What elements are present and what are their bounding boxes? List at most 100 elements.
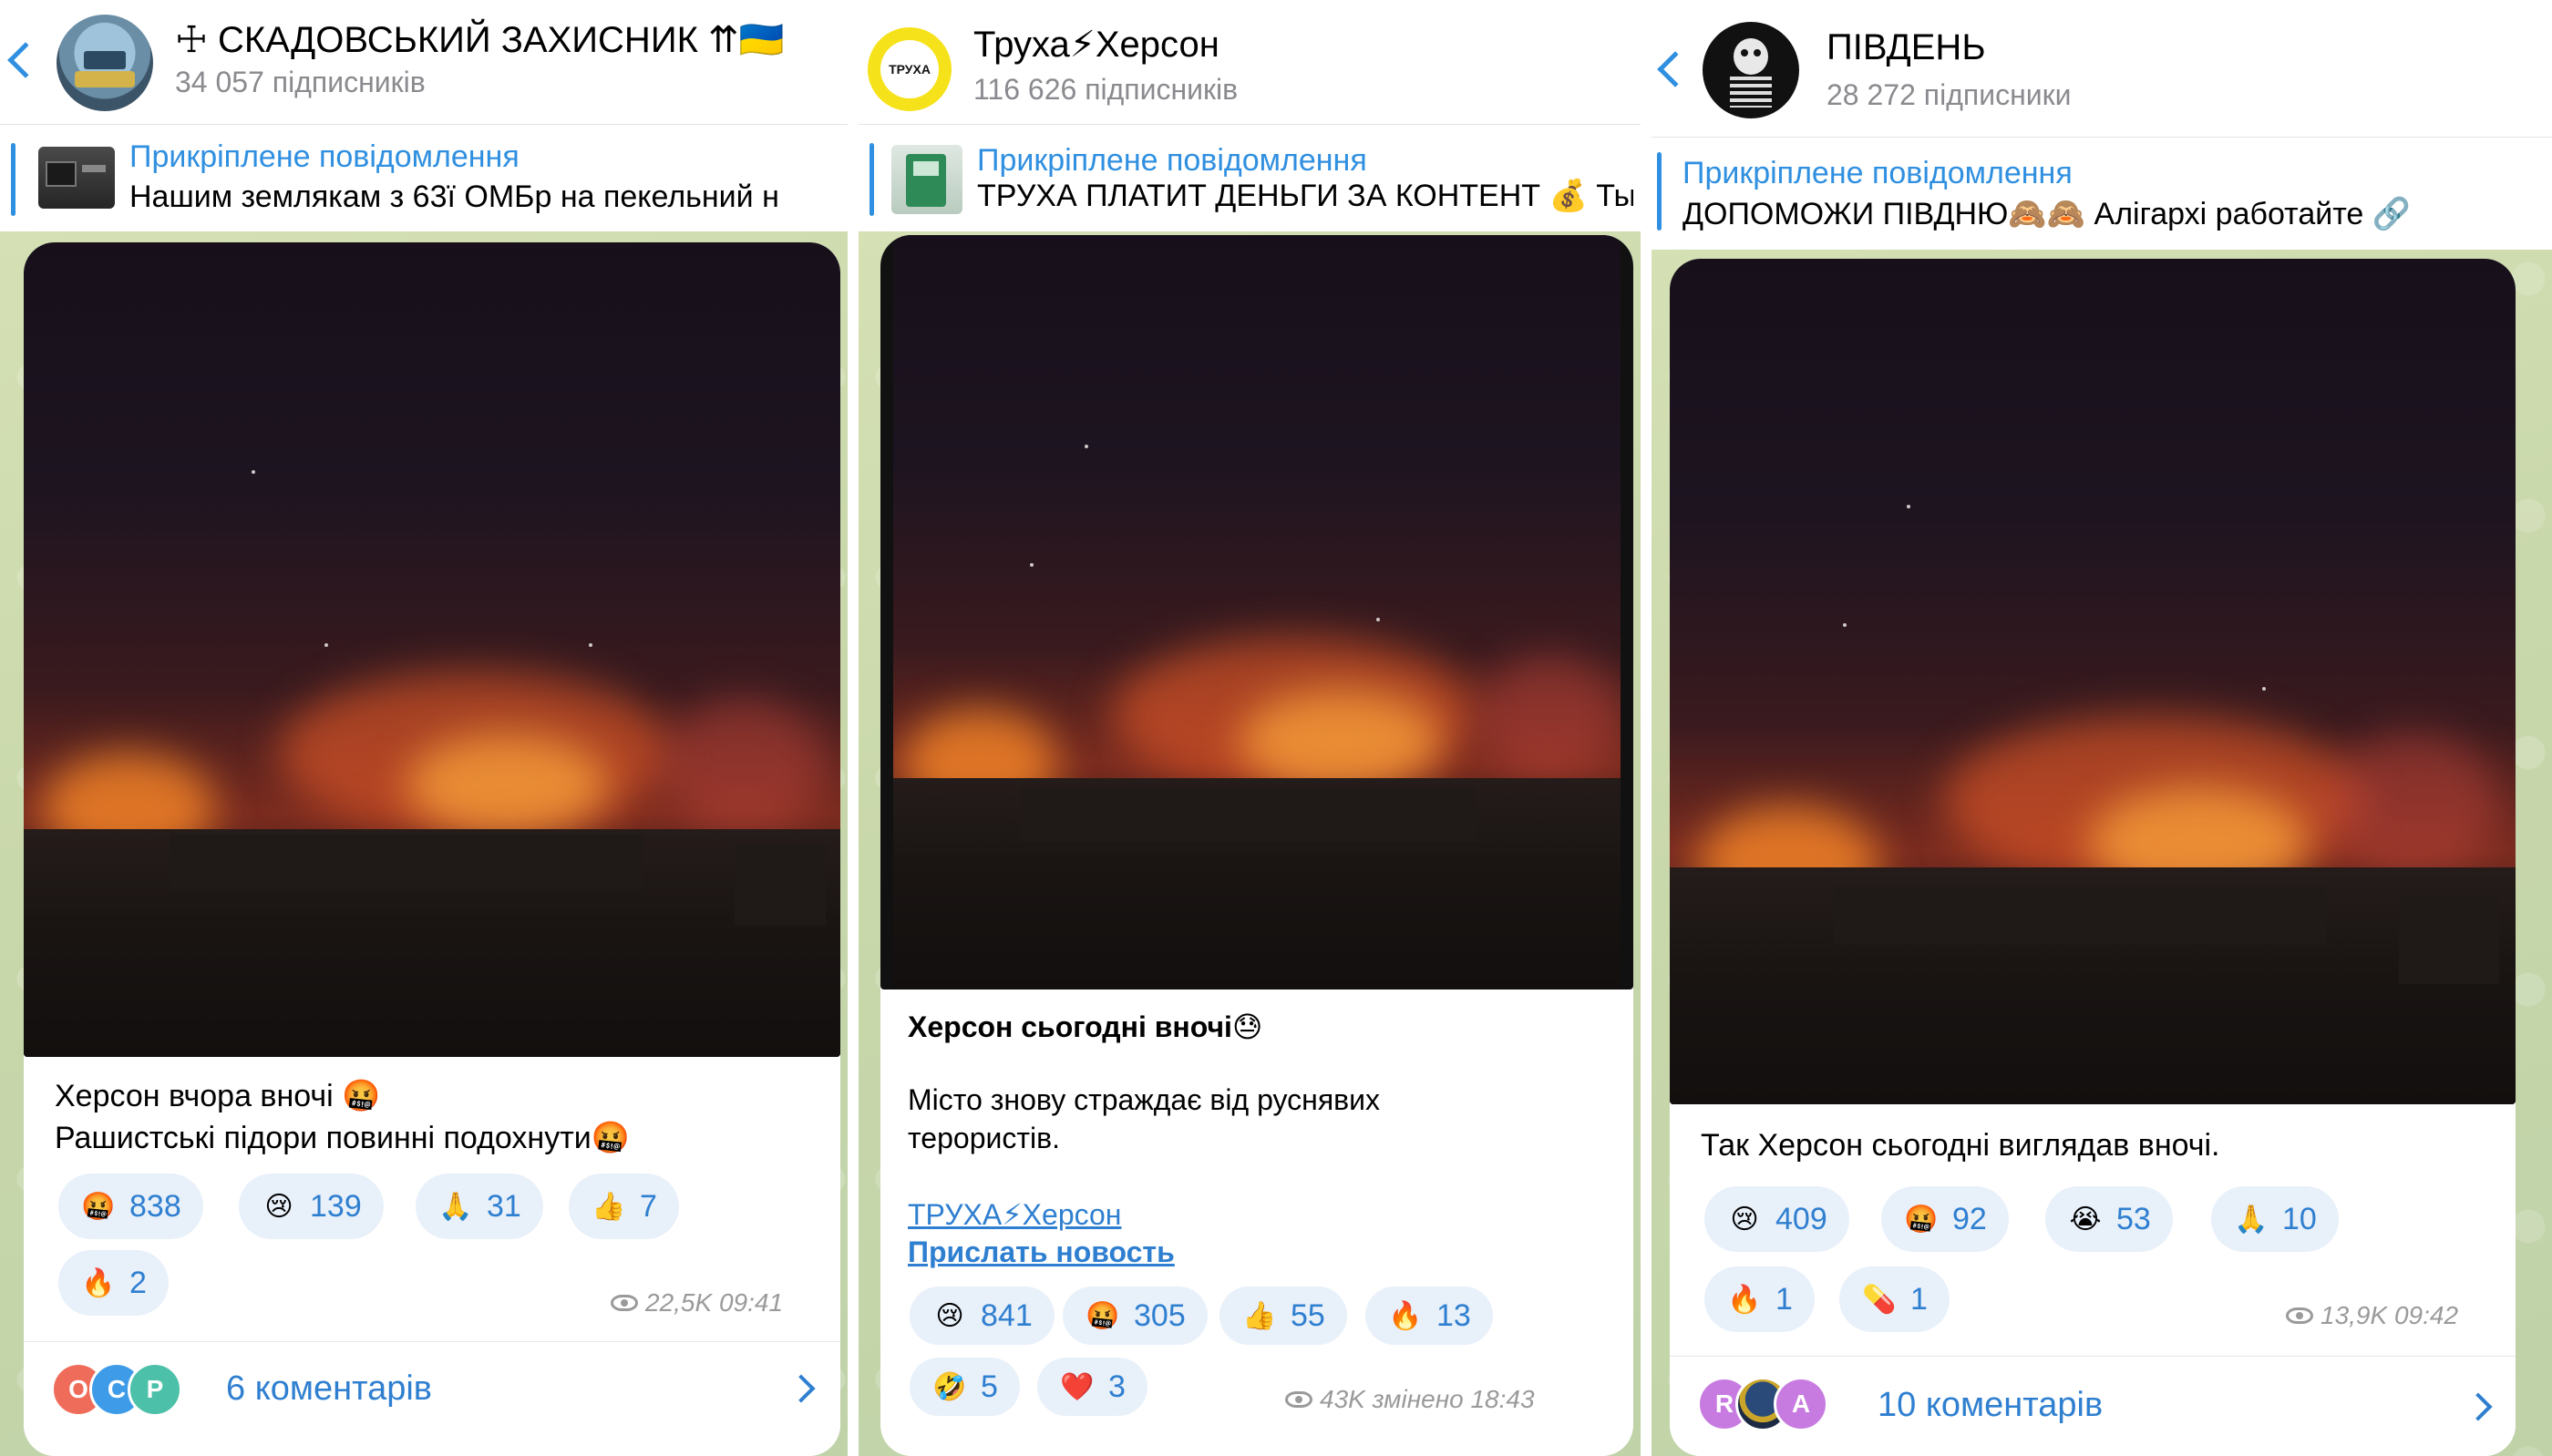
reaction-count: 1 [1910,1281,1928,1317]
reaction-pill[interactable]: 💊 1 [1839,1266,1950,1332]
views-eye-icon [611,1295,638,1311]
praying-hands-icon: 🙏 [438,1191,473,1222]
back-arrow-icon[interactable] [7,42,44,78]
pinned-text: ДОПОМОЖИ ПІВДНЮ🙈🙈 Алігархі работайте 🔗 [1682,197,2412,231]
submit-news-link[interactable]: Прислать новость [908,1236,1175,1269]
message-photo[interactable] [880,235,1633,989]
message-line-1: Херсон вчора вночі 🤬 [55,1079,381,1113]
message-bubble[interactable]: Херсон сьогодні вночі😓 Місто знову страж… [880,235,1633,1456]
reaction-count: 1 [1775,1281,1793,1317]
channel-panel-skadovsk: ☩ СКАДОВСЬКИЙ ЗАХИСНИК ⇈🇺🇦 34 057 підпис… [0,0,848,1456]
angry-face-icon: 🤬 [81,1191,116,1222]
channel-title[interactable]: Труха⚡Херсон [973,24,1219,66]
pill-icon: 💊 [1862,1284,1897,1315]
pinned-message[interactable]: Прикріплене повідомлення Нашим землякам … [0,124,848,231]
views-time: 22,5K 09:41 [645,1288,784,1317]
comments-count[interactable]: 6 коментарів [226,1369,432,1409]
channel-avatar[interactable]: ТРУХА [868,27,952,111]
reaction-sobbing[interactable]: 😭 53 [2045,1186,2173,1252]
channel-header: ТРУХА Труха⚡Херсон 116 626 підписників [859,0,1641,137]
reaction-crying[interactable]: 😢 409 [1704,1186,1849,1252]
pinned-message[interactable]: Прикріплене повідомлення ДОПОМОЖИ ПІВДНЮ… [1652,137,2552,250]
panel-divider [848,0,859,1456]
pinned-message[interactable]: Прикріплене повідомлення ТРУХА ПЛАТИТ ДЕ… [859,124,1641,231]
reaction-heart[interactable]: ❤️ 3 [1037,1358,1147,1416]
reaction-count: 92 [1952,1201,1987,1236]
pinned-title: Прикріплене повідомлення [1682,156,2073,190]
crying-face-icon: 😢 [264,1191,293,1222]
message-title: Херсон сьогодні вночі😓 [908,1010,1263,1043]
channel-link[interactable]: ТРУХА⚡Херсон [908,1197,1121,1232]
pinned-thumbnail [38,147,115,209]
reaction-count: 838 [129,1188,181,1224]
channel-avatar[interactable] [1703,22,1799,118]
pinned-indicator [1657,152,1662,231]
angry-face-icon: 🤬 [1086,1300,1120,1331]
reaction-fire[interactable]: 🔥 2 [58,1250,169,1316]
avatar-text: ТРУХА [889,62,931,77]
chevron-right-icon[interactable] [2464,1392,2493,1421]
reaction-count: 7 [640,1188,657,1224]
pinned-text: Нашим землякам з 63ї ОМБр на пекельний н [129,179,779,214]
message-text: Так Херсон сьогодні виглядав вночі. [1701,1128,2220,1163]
reaction-count: 139 [310,1188,362,1224]
reaction-count: 5 [981,1369,998,1404]
channel-header: ПІВДЕНЬ 28 272 підписники [1652,0,2552,137]
channel-title[interactable]: ПІВДЕНЬ [1827,27,1986,68]
back-arrow-icon[interactable] [1657,51,1693,87]
message-meta: 43K змінено 18:43 [1285,1385,1535,1414]
channel-header: ☩ СКАДОВСЬКИЙ ЗАХИСНИК ⇈🇺🇦 34 057 підпис… [0,0,848,137]
reaction-angry[interactable]: 🤬 838 [58,1174,203,1239]
channel-title[interactable]: ☩ СКАДОВСЬКИЙ ЗАХИСНИК ⇈🇺🇦 [175,18,784,61]
heart-icon: ❤️ [1060,1371,1095,1402]
thumbs-up-icon: 👍 [1242,1300,1277,1331]
comments-count[interactable]: 10 коментарів [1878,1386,2103,1425]
reaction-count: 305 [1134,1297,1186,1333]
reaction-crying[interactable]: 😢 139 [239,1174,384,1239]
views-time: 43K змінено 18:43 [1320,1385,1535,1413]
reaction-count: 55 [1291,1297,1325,1333]
reaction-pray[interactable]: 🙏 31 [416,1174,543,1239]
crying-face-icon: 😢 [1730,1204,1759,1235]
pinned-text: ТРУХА ПЛАТИТ ДЕНЬГИ ЗА КОНТЕНТ 💰 Ты [977,179,1633,213]
angry-face-icon: 🤬 [1904,1204,1939,1235]
channel-panel-pivden: ПІВДЕНЬ 28 272 підписники Прикріплене по… [1652,0,2552,1456]
pinned-indicator [870,143,874,216]
message-bubble[interactable]: Херсон вчора вночі 🤬 Рашистські підори п… [24,242,840,1456]
reaction-count: 13 [1436,1297,1471,1333]
reaction-pray[interactable]: 🙏 10 [2211,1186,2339,1252]
fire-icon: 🔥 [1727,1284,1762,1315]
reaction-thumbs-up[interactable]: 👍 7 [569,1174,679,1239]
reaction-fire[interactable]: 🔥 13 [1365,1287,1493,1345]
channel-avatar[interactable] [57,15,153,111]
comments-bar[interactable]: O C P 6 коментарів [24,1341,840,1432]
views-eye-icon [1285,1391,1312,1408]
message-bubble[interactable]: Так Херсон сьогодні виглядав вночі. 😢 40… [1670,259,2516,1456]
praying-hands-icon: 🙏 [2234,1204,2269,1235]
crying-face-icon: 😢 [935,1300,964,1331]
comments-bar[interactable]: R A 10 коментарів [1670,1356,2516,1456]
reaction-laughing[interactable]: 🤣 5 [910,1358,1020,1416]
reaction-fire[interactable]: 🔥 1 [1704,1266,1815,1332]
message-photo[interactable] [24,242,840,1057]
message-body: Місто знову страждає від руснявих терори… [908,1083,1381,1154]
reaction-count: 409 [1775,1201,1827,1236]
reaction-angry[interactable]: 🤬 92 [1881,1186,2009,1252]
subscriber-count: 116 626 підписників [973,73,1239,106]
message-photo[interactable] [1670,259,2516,1104]
fire-icon: 🔥 [1388,1300,1423,1331]
pinned-thumbnail [891,145,962,214]
commenter-avatar: P [128,1362,182,1417]
chevron-right-icon[interactable] [787,1374,816,1403]
message-line-2: Рашистські підори повинні подохнути🤬 [55,1121,631,1155]
reaction-angry[interactable]: 🤬 305 [1063,1287,1208,1345]
reaction-count: 2 [129,1265,147,1300]
views-time: 13,9K 09:42 [2320,1301,2459,1329]
reaction-thumbs-up[interactable]: 👍 55 [1219,1287,1347,1345]
sobbing-face-icon: 😭 [2069,1204,2102,1235]
reaction-count: 3 [1108,1369,1126,1404]
subscriber-count: 28 272 підписники [1827,78,2072,111]
reaction-crying[interactable]: 😢 841 [910,1287,1055,1345]
reaction-count: 53 [2116,1201,2151,1236]
channel-panel-trukha: ТРУХА Труха⚡Херсон 116 626 підписників П… [859,0,1641,1456]
